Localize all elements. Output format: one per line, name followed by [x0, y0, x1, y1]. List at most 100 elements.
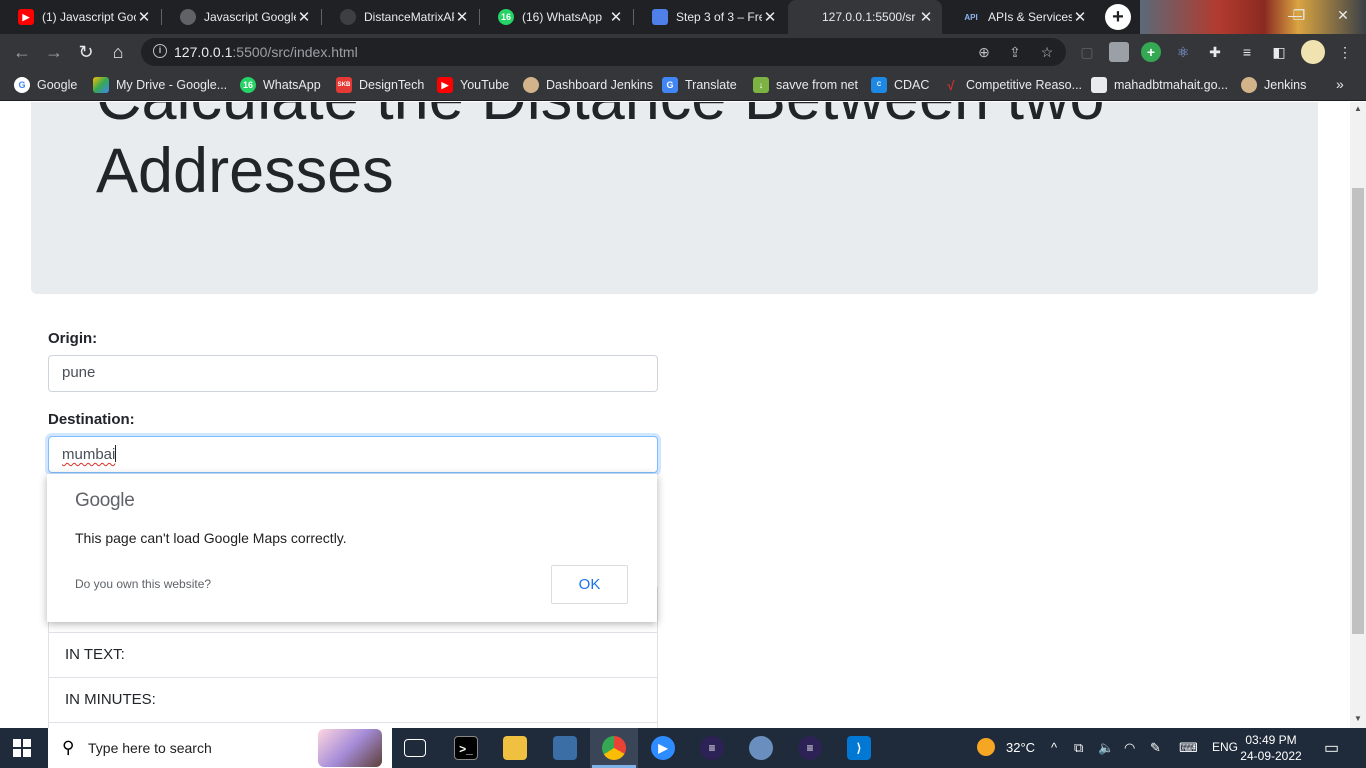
maps-error-message: This page can't load Google Maps correct… [75, 530, 347, 546]
chrome-icon[interactable] [602, 736, 626, 760]
bookmark-label: DesignTech [359, 78, 425, 92]
wifi-icon[interactable]: ◠ [1124, 740, 1135, 756]
eclipse-icon[interactable]: ≡ [798, 736, 822, 760]
clock[interactable]: 03:49 PM 24-09-2022 [1240, 732, 1302, 764]
extensions-puzzle-icon[interactable]: ✚ [1205, 42, 1225, 62]
bookmark-youtube[interactable]: ▶ YouTube [437, 76, 509, 94]
google-maps-error-dialog: Google This page can't load Google Maps … [47, 474, 657, 622]
eclipse-icon[interactable]: ≡ [700, 736, 724, 760]
ok-button[interactable]: OK [551, 565, 628, 604]
mysql-workbench-icon[interactable] [553, 736, 577, 760]
extension-plus-icon[interactable]: + [1141, 42, 1161, 62]
back-button[interactable]: ← [10, 40, 34, 64]
window-close-button[interactable]: ✕ [1320, 0, 1366, 34]
paint-icon[interactable] [749, 736, 773, 760]
destination-label: Destination: [48, 411, 135, 428]
competitive-icon: √ [947, 77, 955, 93]
show-hidden-icons-icon[interactable]: ^ [1051, 740, 1057, 755]
close-icon[interactable]: ✕ [762, 8, 778, 26]
extension-icon[interactable] [1109, 42, 1129, 62]
translate-icon: G [662, 77, 678, 93]
tab-javascript-youtube[interactable]: ▶ (1) Javascript Goo ✕ [0, 0, 160, 34]
bookmark-cdac[interactable]: C CDAC [871, 76, 929, 94]
tab-label: 127.0.0.1:5500/sr [822, 10, 916, 24]
destination-input[interactable]: mumbai [48, 436, 658, 473]
scroll-thumb[interactable] [1352, 188, 1364, 634]
profile-avatar[interactable] [1301, 40, 1325, 64]
volume-icon[interactable]: 🔈 [1098, 740, 1114, 756]
tab-step-3-of-3[interactable]: Step 3 of 3 – Free ✕ [634, 0, 786, 34]
google-logo: Google [75, 490, 135, 511]
network-icon[interactable]: ⧉ [1074, 740, 1083, 756]
react-devtools-icon[interactable]: ⚛ [1173, 42, 1193, 62]
side-panel-icon[interactable]: ◧ [1269, 42, 1289, 62]
bookmark-label: mahadbtmahait.go... [1114, 78, 1228, 92]
new-tab-button[interactable]: + [1105, 4, 1131, 30]
forward-button[interactable]: → [42, 40, 66, 64]
home-button[interactable]: ⌂ [106, 40, 130, 64]
bookmark-translate[interactable]: G Translate [662, 76, 737, 94]
extension-icon[interactable]: ▢ [1077, 42, 1097, 62]
close-icon[interactable]: ✕ [1072, 8, 1088, 26]
weather-temperature[interactable]: 32°C [1006, 740, 1035, 755]
media-control-icon[interactable]: ≡ [1237, 42, 1257, 62]
bookmark-whatsapp[interactable]: 16 WhatsApp [240, 76, 321, 94]
bookmark-label: My Drive - Google... [116, 78, 228, 92]
origin-input[interactable]: pune [48, 355, 658, 392]
own-website-link[interactable]: Do you own this website? [75, 577, 211, 591]
tab-label: (1) Javascript Goo [42, 10, 136, 24]
tab-distancematrix-github[interactable]: DistanceMatrixAP ✕ [322, 0, 478, 34]
info-icon[interactable]: i [153, 44, 167, 58]
tab-javascript-google[interactable]: Javascript Google ✕ [162, 0, 320, 34]
zoom-icon[interactable]: ⊕ [976, 44, 992, 60]
vscode-icon[interactable]: ⟩ [847, 736, 871, 760]
tab-whatsapp[interactable]: 16 (16) WhatsApp ✕ [480, 0, 632, 34]
tab-apis-services[interactable]: API APIs & Services – ✕ [944, 0, 1096, 34]
destination-value: mumbai [62, 446, 116, 463]
bookmark-label: Dashboard Jenkins [546, 78, 654, 92]
taskbar-search-box[interactable]: ⚲ Type here to search [48, 728, 392, 768]
close-icon[interactable]: ✕ [608, 8, 624, 26]
restore-button[interactable]: ❐ [1276, 0, 1322, 34]
bookmark-star-icon[interactable]: ☆ [1039, 44, 1055, 60]
bookmark-savve-from-net[interactable]: ↓ savve from net [753, 76, 858, 94]
pen-icon[interactable]: ✎ [1150, 740, 1161, 756]
youtube-icon: ▶ [18, 9, 34, 25]
bookmark-competitive-reasoning[interactable]: √ Competitive Reaso... [943, 76, 1082, 94]
weather-sun-icon[interactable] [977, 738, 995, 756]
download-icon: ↓ [753, 77, 769, 93]
bookmark-google[interactable]: G Google [14, 76, 77, 94]
origin-value: pune [62, 364, 96, 381]
bookmark-jenkins[interactable]: Jenkins [1241, 76, 1306, 94]
keyboard-icon[interactable]: ⌨ [1179, 740, 1198, 756]
close-icon[interactable]: ✕ [296, 8, 312, 26]
drive-icon [93, 77, 109, 93]
windows-start-icon[interactable] [13, 739, 31, 757]
bookmark-dashboard-jenkins[interactable]: Dashboard Jenkins [523, 76, 653, 94]
close-icon[interactable]: ✕ [454, 8, 470, 26]
bookmark-my-drive[interactable]: My Drive - Google... [93, 76, 227, 94]
scroll-up-arrow-icon[interactable]: ▲ [1350, 104, 1366, 113]
designtech-icon: SKB [336, 77, 352, 93]
bookmark-designtech[interactable]: SKB DesignTech [336, 76, 424, 94]
share-icon[interactable]: ⇪ [1007, 44, 1023, 60]
reload-button[interactable]: ↻ [74, 40, 98, 64]
jenkins-icon [1241, 77, 1257, 93]
menu-kebab-icon[interactable]: ⋮ [1335, 42, 1355, 62]
tab-localhost-active[interactable]: 127.0.0.1:5500/sr ✕ [788, 0, 942, 34]
task-view-icon[interactable] [404, 739, 426, 757]
zoom-app-icon[interactable]: ▶ [651, 736, 675, 760]
close-icon[interactable]: ✕ [918, 8, 934, 26]
language-indicator[interactable]: ENG [1212, 740, 1238, 754]
more-bookmarks-icon[interactable]: » [1336, 76, 1344, 92]
page-scrollbar[interactable]: ▲ ▼ [1350, 102, 1366, 728]
close-icon[interactable]: ✕ [136, 8, 152, 26]
address-bar[interactable]: i 127.0.0.1:5500/src/index.html ⊕ ⇪ ☆ [141, 38, 1066, 66]
page-viewport: Calculate the Distance Between two Addre… [0, 102, 1350, 728]
scroll-down-arrow-icon[interactable]: ▼ [1350, 714, 1366, 723]
terminal-icon[interactable]: >_ [454, 736, 478, 760]
file-explorer-icon[interactable] [503, 736, 527, 760]
result-in-text: IN TEXT: [48, 633, 658, 678]
notifications-icon[interactable]: ▭ [1324, 738, 1342, 757]
bookmark-mahadbt[interactable]: mahadbtmahait.go... [1091, 76, 1228, 94]
